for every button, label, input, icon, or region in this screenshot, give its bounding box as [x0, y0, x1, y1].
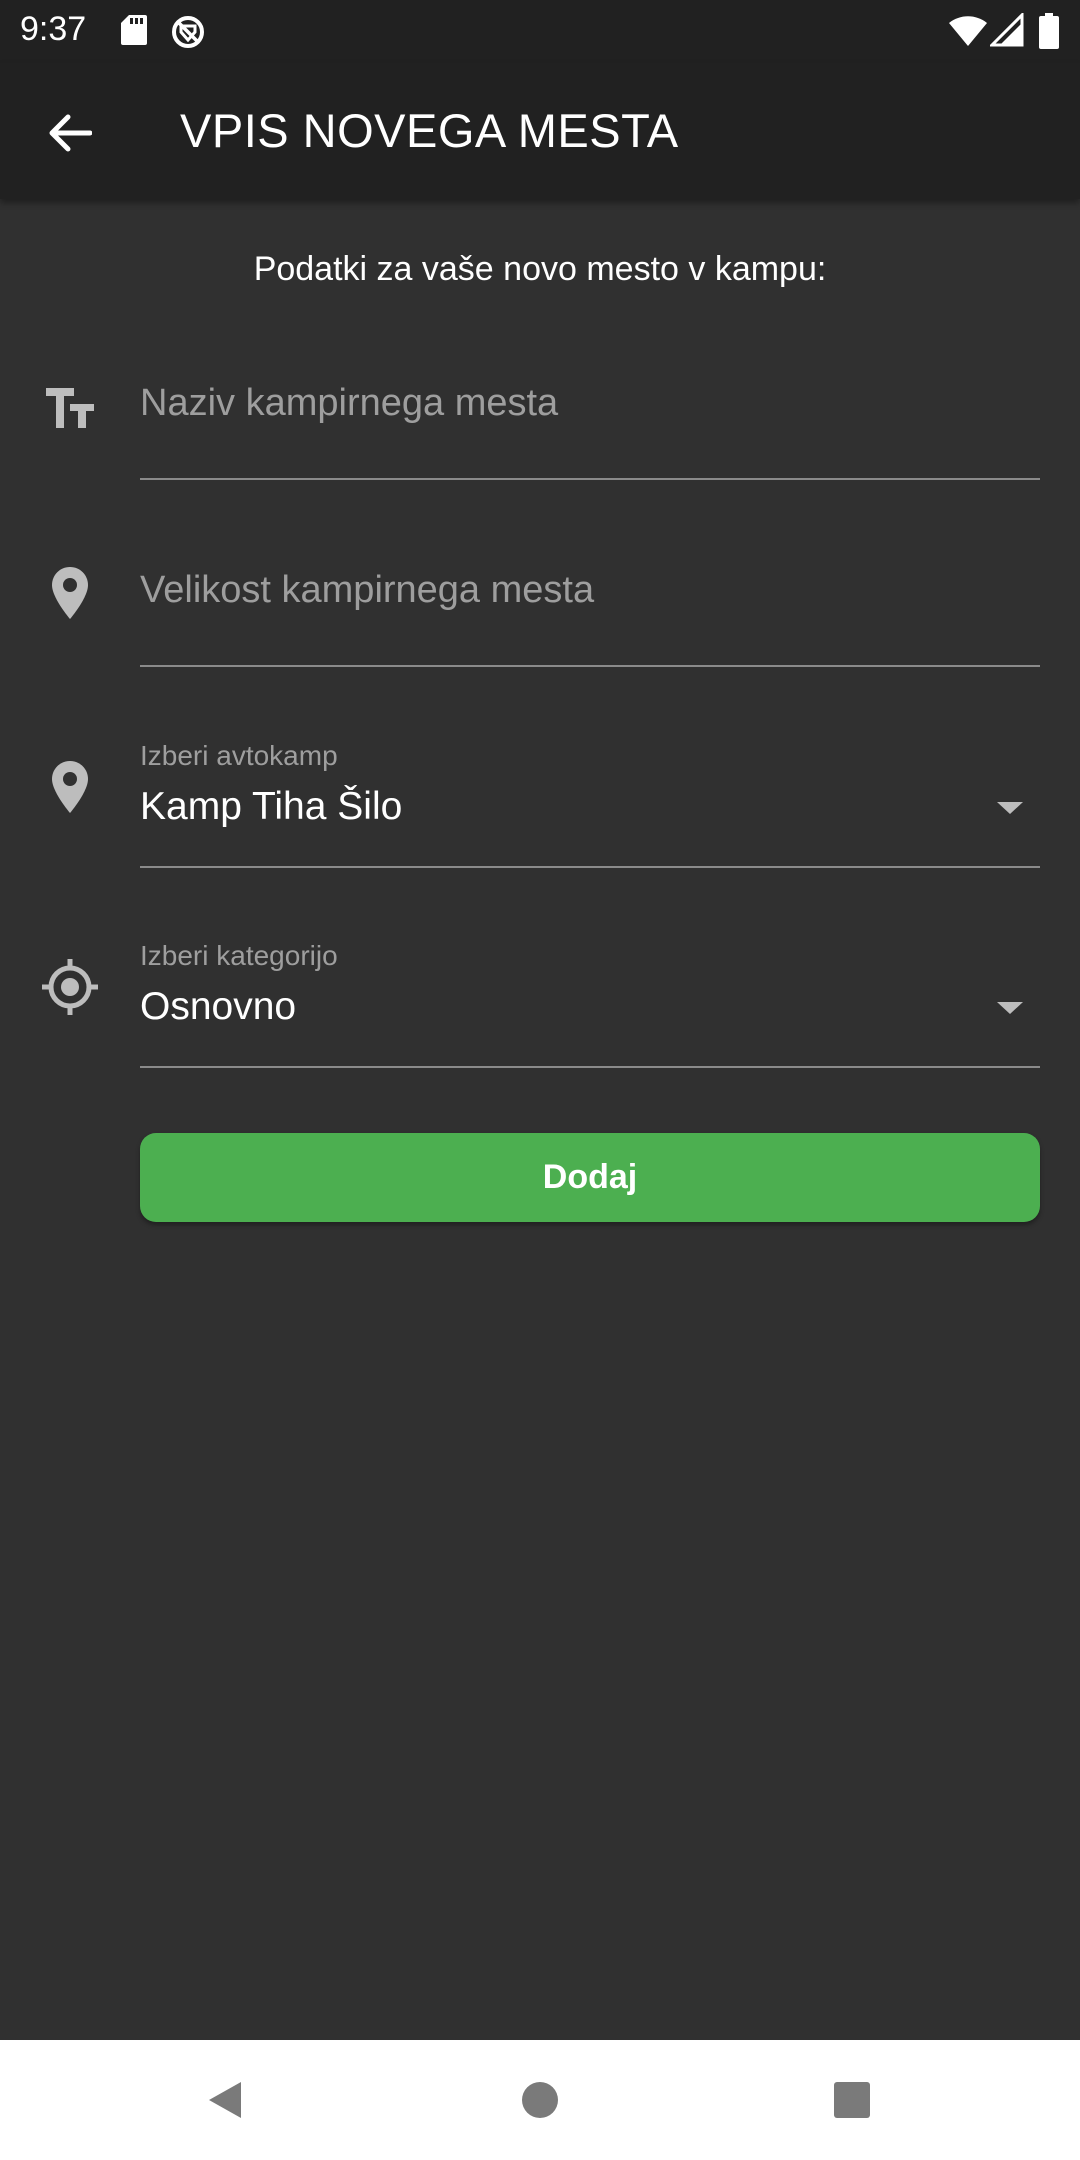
home-circle-icon[interactable] [520, 2080, 560, 2120]
wifi-icon [949, 16, 987, 46]
status-time: 9:37 [20, 10, 87, 48]
place-name-input[interactable]: Naziv kampirnega mesta [140, 382, 1040, 442]
category-select-underline [140, 1066, 1040, 1068]
sd-card-icon [121, 15, 147, 45]
status-bar: 9:37 [0, 0, 1080, 63]
gps-target-icon [40, 957, 100, 1017]
text-fields-icon [40, 378, 100, 438]
app-bar: VPIS NOVEGA MESTA [0, 63, 1080, 199]
arrow-left-icon [49, 114, 92, 152]
place-size-underline [140, 665, 1040, 667]
battery-icon [1039, 13, 1059, 49]
signal-icon [990, 13, 1024, 47]
category-select-value: Osnovno [140, 985, 297, 1028]
back-button[interactable] [30, 93, 110, 173]
location-pin-icon [40, 563, 100, 623]
place-name-underline [140, 478, 1040, 480]
camp-select-label: Izberi avtokamp [140, 740, 338, 771]
page-title: VPIS NOVEGA MESTA [180, 104, 679, 157]
chevron-down-icon[interactable] [995, 800, 1025, 816]
place-size-input[interactable]: Velikost kampirnega mesta [140, 569, 1040, 629]
back-triangle-icon[interactable] [205, 2080, 245, 2120]
camp-select-value: Kamp Tiha Šilo [140, 785, 403, 828]
form-intro-text: Podatki za vaše novo mesto v kampu: [253, 250, 827, 288]
place-size-placeholder: Velikost kampirnega mesta [140, 569, 595, 611]
camp-select-underline [140, 866, 1040, 868]
system-nav-bar [0, 2040, 1080, 2160]
recents-square-icon[interactable] [832, 2080, 872, 2120]
location-pin-icon [40, 757, 100, 817]
place-name-placeholder: Naziv kampirnega mesta [140, 382, 559, 424]
category-select-label: Izberi kategorijo [140, 940, 338, 971]
chevron-down-icon[interactable] [995, 1000, 1025, 1016]
no-location-icon [172, 16, 204, 48]
add-button[interactable]: Dodaj [140, 1133, 1040, 1222]
